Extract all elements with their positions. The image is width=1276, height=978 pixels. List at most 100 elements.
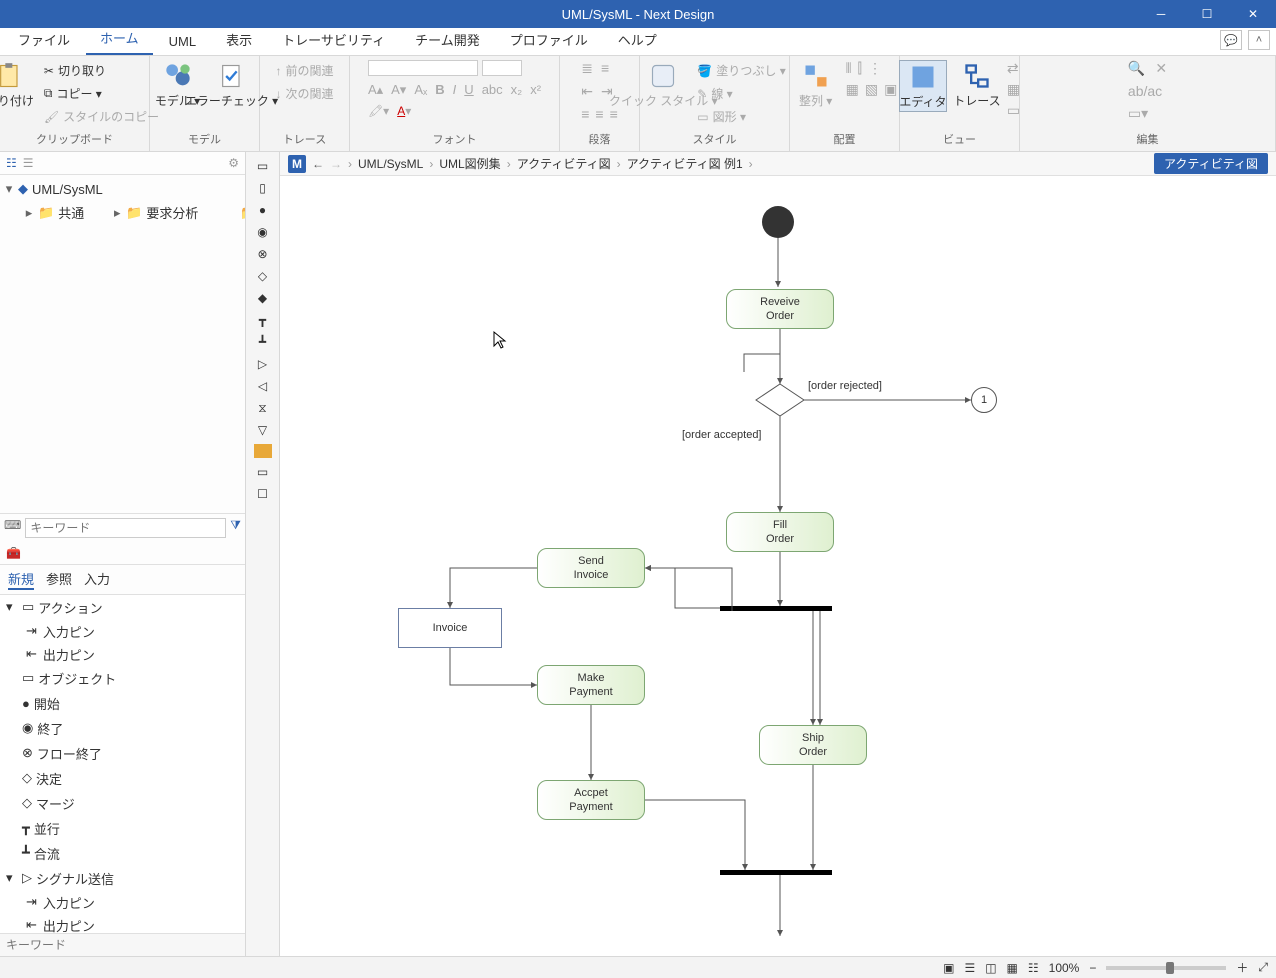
align-v-icon[interactable]: ⫿ (858, 60, 862, 77)
back-icon[interactable]: ▧ (865, 81, 878, 98)
palette-category[interactable]: ┳並行 (0, 816, 245, 841)
palette-category[interactable]: ┻合流 (0, 841, 245, 866)
minimize-icon[interactable]: ─ (1138, 0, 1184, 28)
tool-timer-icon[interactable]: ▽ (252, 422, 274, 438)
font-family-select[interactable] (368, 60, 478, 76)
view-outline-icon[interactable]: ◫ (985, 961, 996, 975)
feedback-icon[interactable]: 💬 (1220, 30, 1242, 50)
crumb-3[interactable]: アクティビティ図 例1 (627, 155, 743, 172)
palette-category[interactable]: ●開始 (0, 691, 245, 716)
errorcheck-button[interactable]: エラーチェック ▾ (208, 60, 256, 110)
explorer-tab-icon[interactable]: ☷ (6, 156, 17, 170)
tab-home[interactable]: ホーム (86, 22, 153, 55)
group-icon[interactable]: ▣ (884, 81, 897, 98)
tab-help[interactable]: ヘルプ (604, 24, 671, 55)
zoom-in-button[interactable]: ＋ (1236, 959, 1248, 976)
tab-uml[interactable]: UML (155, 28, 210, 55)
crumb-1[interactable]: UML図例集 (439, 155, 500, 172)
align-center-icon[interactable]: ≡ (595, 106, 603, 122)
trace-view-button[interactable]: トレース (953, 60, 1001, 110)
line-button[interactable]: ✎線 ▾ (693, 83, 789, 104)
close-icon[interactable]: ✕ (1230, 0, 1276, 28)
palette-category[interactable]: ◉終了 (0, 716, 245, 741)
tool-object-rect[interactable]: ▯ (252, 180, 274, 196)
tab-file[interactable]: ファイル (4, 24, 84, 55)
palette-item[interactable]: ⇤出力ピン (0, 914, 245, 933)
palette-category[interactable]: ▭オブジェクト (0, 666, 245, 691)
tree-root[interactable]: ▾◆UML/SysML (0, 179, 245, 199)
tool-note-icon[interactable]: ▭ (252, 464, 274, 480)
tab-view[interactable]: 表示 (212, 24, 266, 55)
palette-category[interactable]: ◇マージ (0, 791, 245, 816)
superscript-button[interactable]: x² (530, 82, 541, 98)
fontcolor-button[interactable]: A▾ (397, 104, 411, 118)
settings-tab-icon[interactable]: ⚙ (228, 156, 239, 170)
underline-button[interactable]: U (464, 82, 473, 98)
zoom-slider[interactable] (1106, 966, 1226, 970)
maximize-icon[interactable]: ☐ (1184, 0, 1230, 28)
view-settings-icon[interactable]: ☷ (1028, 961, 1039, 975)
diagram-canvas[interactable]: ReveiveOrderFillOrderSendInvoiceMakePaym… (280, 176, 1276, 956)
palette-search-input[interactable] (0, 934, 245, 956)
palette-category[interactable]: ◇決定 (0, 766, 245, 791)
tool-action-rect[interactable]: ▭ (252, 158, 274, 174)
tool-merge-icon[interactable]: ◆ (252, 290, 274, 306)
tool-fork-icon[interactable]: ┳ (252, 312, 274, 328)
strike-button[interactable]: abc (482, 82, 503, 98)
highlight-button[interactable]: 🖍▾ (368, 104, 389, 118)
palette-tab-ref[interactable]: 参照 (46, 569, 72, 590)
align-right-icon[interactable]: ≡ (610, 106, 618, 122)
palette-indicator-icon[interactable]: 🧰 (6, 546, 21, 560)
font-size-select[interactable] (482, 60, 522, 76)
tab-profile[interactable]: プロファイル (496, 24, 602, 55)
delete-icon[interactable]: ✕ (1155, 60, 1167, 77)
palette-category[interactable]: ▾▷シグナル送信 (0, 866, 245, 891)
tab-team[interactable]: チーム開発 (401, 24, 494, 55)
fill-button[interactable]: 🪣塗りつぶし ▾ (693, 60, 789, 81)
numbering-icon[interactable]: ≡ (601, 60, 609, 77)
palette-item[interactable]: ⇥入力ピン (0, 620, 245, 643)
tool-partition-icon[interactable] (254, 444, 272, 458)
bullets-icon[interactable]: ≣ (581, 60, 593, 77)
tool-final-icon[interactable]: ◉ (252, 224, 274, 240)
tool-initial-icon[interactable]: ● (252, 202, 274, 218)
find-icon[interactable]: 🔍 (1128, 60, 1145, 77)
nav-back-icon[interactable]: ← (312, 157, 324, 171)
view-normal-icon[interactable]: ▣ (943, 961, 954, 975)
dist-icon[interactable]: ⋮ (868, 60, 882, 77)
palette-category[interactable]: ▾▭アクション (0, 595, 245, 620)
nav-fwd-icon[interactable]: → (330, 157, 342, 171)
crumb-2[interactable]: アクティビティ図 (517, 155, 611, 172)
filter-icon[interactable]: ⧩ (230, 518, 241, 538)
next-trace-button[interactable]: ↓次の関連 (271, 83, 337, 104)
tool-signal-send-icon[interactable]: ▷ (252, 356, 274, 372)
fit-icon[interactable]: ⤢ (1258, 960, 1268, 975)
crumb-0[interactable]: UML/SysML (358, 157, 423, 171)
tool-decision-icon[interactable]: ◇ (252, 268, 274, 284)
clear-format-icon[interactable]: Aₓ (414, 82, 427, 98)
palette-tab-input[interactable]: 入力 (84, 569, 110, 590)
tab-traceability[interactable]: トレーサビリティ (268, 24, 399, 55)
tree-item[interactable]: 📁システムアーキテクチャ (206, 201, 245, 224)
select-icon[interactable]: ▭▾ (1128, 105, 1148, 121)
palette-tab-new[interactable]: 新規 (8, 569, 34, 590)
search-mode-icon[interactable]: ⌨ (4, 518, 21, 538)
arrange-button[interactable]: 整列 ▾ (792, 60, 840, 110)
palette-item[interactable]: ⇤出力ピン (0, 643, 245, 666)
outdent-icon[interactable]: ⇤ (581, 83, 593, 100)
tool-flowfinal-icon[interactable]: ⊗ (252, 246, 274, 262)
swap-icon[interactable]: ⇄ (1007, 60, 1020, 77)
shape-button[interactable]: ▭図形 ▾ (693, 106, 789, 127)
collapse-ribbon-icon[interactable]: ˄ (1248, 30, 1270, 50)
schema-tab-icon[interactable]: ☰ (23, 156, 34, 170)
tree-item[interactable]: ▸📁共通 (4, 201, 88, 224)
italic-button[interactable]: I (453, 82, 457, 98)
font-shrink-icon[interactable]: A▾ (391, 82, 406, 98)
editor-view-button[interactable]: エディタ (899, 60, 947, 112)
grid-icon[interactable]: ▦ (1007, 81, 1020, 98)
palette-item[interactable]: ⇥入力ピン (0, 891, 245, 914)
prev-trace-button[interactable]: ↑前の関連 (271, 60, 337, 81)
quickstyle-button[interactable]: クイック スタイル ▾ (639, 60, 687, 110)
align-h-icon[interactable]: ⫴ (846, 60, 852, 77)
tool-frame-icon[interactable]: ☐ (252, 486, 274, 502)
